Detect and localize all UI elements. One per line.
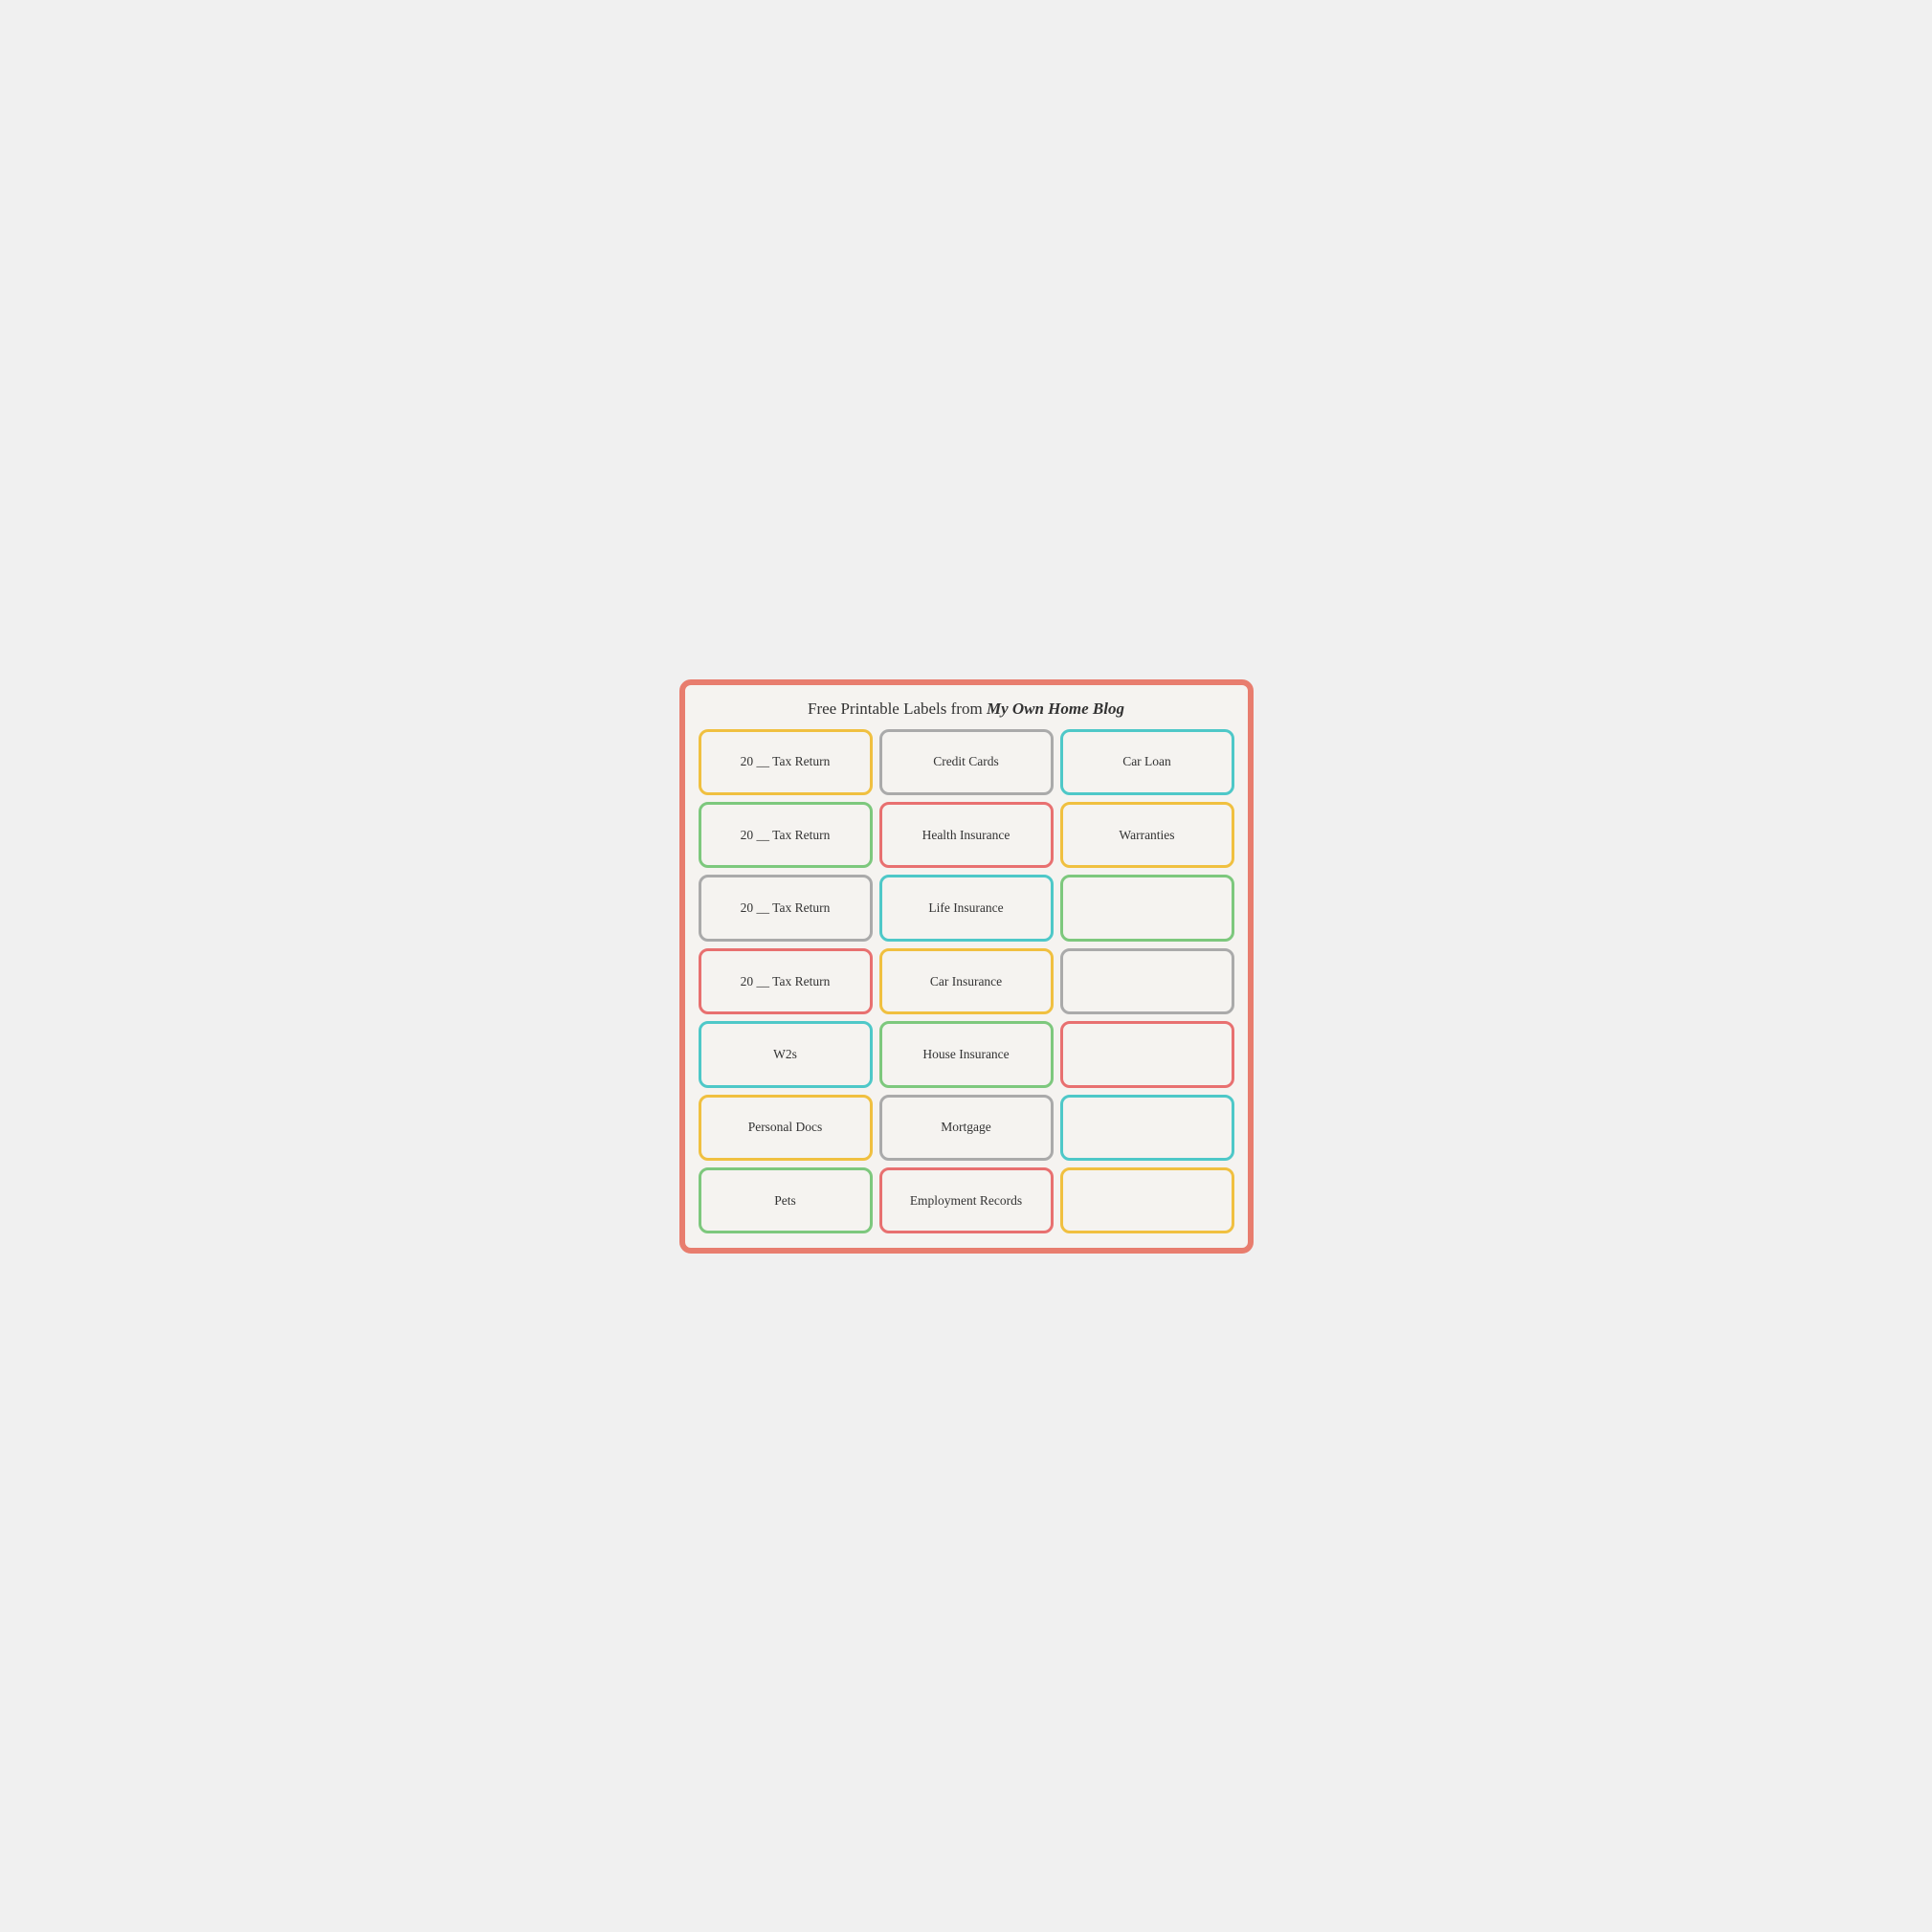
label-box: 20 __ Tax Return bbox=[699, 802, 873, 868]
label-box bbox=[1060, 875, 1234, 941]
labels-grid: 20 __ Tax ReturnCredit CardsCar Loan20 _… bbox=[699, 729, 1234, 1234]
label-box: 20 __ Tax Return bbox=[699, 875, 873, 941]
printable-page: Free Printable Labels from My Own Home B… bbox=[679, 679, 1254, 1254]
label-box bbox=[1060, 1167, 1234, 1233]
label-box: Credit Cards bbox=[879, 729, 1054, 795]
label-box: Car Loan bbox=[1060, 729, 1234, 795]
label-box: Employment Records bbox=[879, 1167, 1054, 1233]
label-box bbox=[1060, 1095, 1234, 1161]
header-prefix: Free Printable Labels from bbox=[808, 700, 987, 718]
label-box bbox=[1060, 948, 1234, 1014]
label-box bbox=[1060, 1021, 1234, 1087]
label-box: Car Insurance bbox=[879, 948, 1054, 1014]
label-box: 20 __ Tax Return bbox=[699, 948, 873, 1014]
label-box: W2s bbox=[699, 1021, 873, 1087]
label-box: Health Insurance bbox=[879, 802, 1054, 868]
label-box: 20 __ Tax Return bbox=[699, 729, 873, 795]
label-box: House Insurance bbox=[879, 1021, 1054, 1087]
page-header: Free Printable Labels from My Own Home B… bbox=[699, 699, 1234, 720]
label-box: Pets bbox=[699, 1167, 873, 1233]
header-brand: My Own Home Blog bbox=[987, 700, 1124, 718]
label-box: Personal Docs bbox=[699, 1095, 873, 1161]
label-box: Life Insurance bbox=[879, 875, 1054, 941]
label-box: Mortgage bbox=[879, 1095, 1054, 1161]
label-box: Warranties bbox=[1060, 802, 1234, 868]
